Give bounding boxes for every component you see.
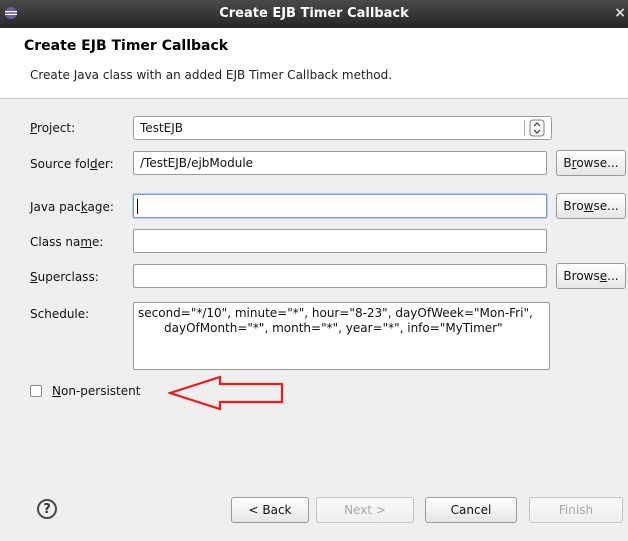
superclass-label: Superclass:: [30, 270, 99, 284]
create-ejb-timer-dialog: Create EJB Timer Callback × Create EJB T…: [0, 0, 628, 541]
red-arrow-annotation: [168, 375, 284, 411]
wizard-header: Create EJB Timer Callback Create Java cl…: [0, 28, 628, 99]
back-button[interactable]: < Back: [231, 497, 309, 523]
class-name-input[interactable]: [133, 229, 547, 253]
superclass-input[interactable]: [133, 264, 547, 288]
class-name-label: Class name:: [30, 235, 104, 249]
source-folder-label: Source folder:: [30, 157, 114, 171]
title-bar: Create EJB Timer Callback ×: [0, 0, 628, 28]
schedule-line-2: dayOfMonth="*", month="*", year="*", inf…: [164, 321, 503, 335]
next-button: Next >: [316, 497, 414, 523]
schedule-line-1: second="*/10", minute="*", hour="8-23", …: [138, 306, 533, 320]
wizard-description: Create Java class with an added EJB Time…: [30, 68, 393, 82]
java-package-label: Java package:: [30, 200, 114, 214]
non-persistent-label[interactable]: Non-persistent: [52, 384, 140, 398]
project-label: Project:: [30, 121, 76, 135]
project-combo-value: TestEJB: [140, 121, 183, 135]
superclass-browse-button[interactable]: Browse...: [556, 263, 626, 289]
finish-button: Finish: [529, 497, 623, 523]
project-combo[interactable]: TestEJB: [133, 116, 552, 140]
text-cursor: [137, 199, 138, 214]
cancel-button[interactable]: Cancel: [425, 497, 517, 523]
schedule-textarea[interactable]: second="*/10", minute="*", hour="8-23", …: [133, 302, 550, 370]
java-package-input[interactable]: [133, 194, 547, 218]
schedule-label: Schedule:: [30, 307, 90, 321]
wizard-title: Create EJB Timer Callback: [24, 38, 229, 54]
help-icon[interactable]: ?: [37, 499, 57, 519]
combo-updown-icon: [529, 119, 545, 137]
source-folder-browse-button[interactable]: Browse...: [556, 150, 626, 176]
non-persistent-checkbox[interactable]: [30, 385, 42, 397]
window-title: Create EJB Timer Callback: [219, 6, 409, 21]
close-icon[interactable]: ×: [614, 5, 626, 21]
java-package-browse-button[interactable]: Browse...: [556, 193, 626, 219]
source-folder-input[interactable]: /TestEJB/ejbModule: [133, 151, 547, 175]
